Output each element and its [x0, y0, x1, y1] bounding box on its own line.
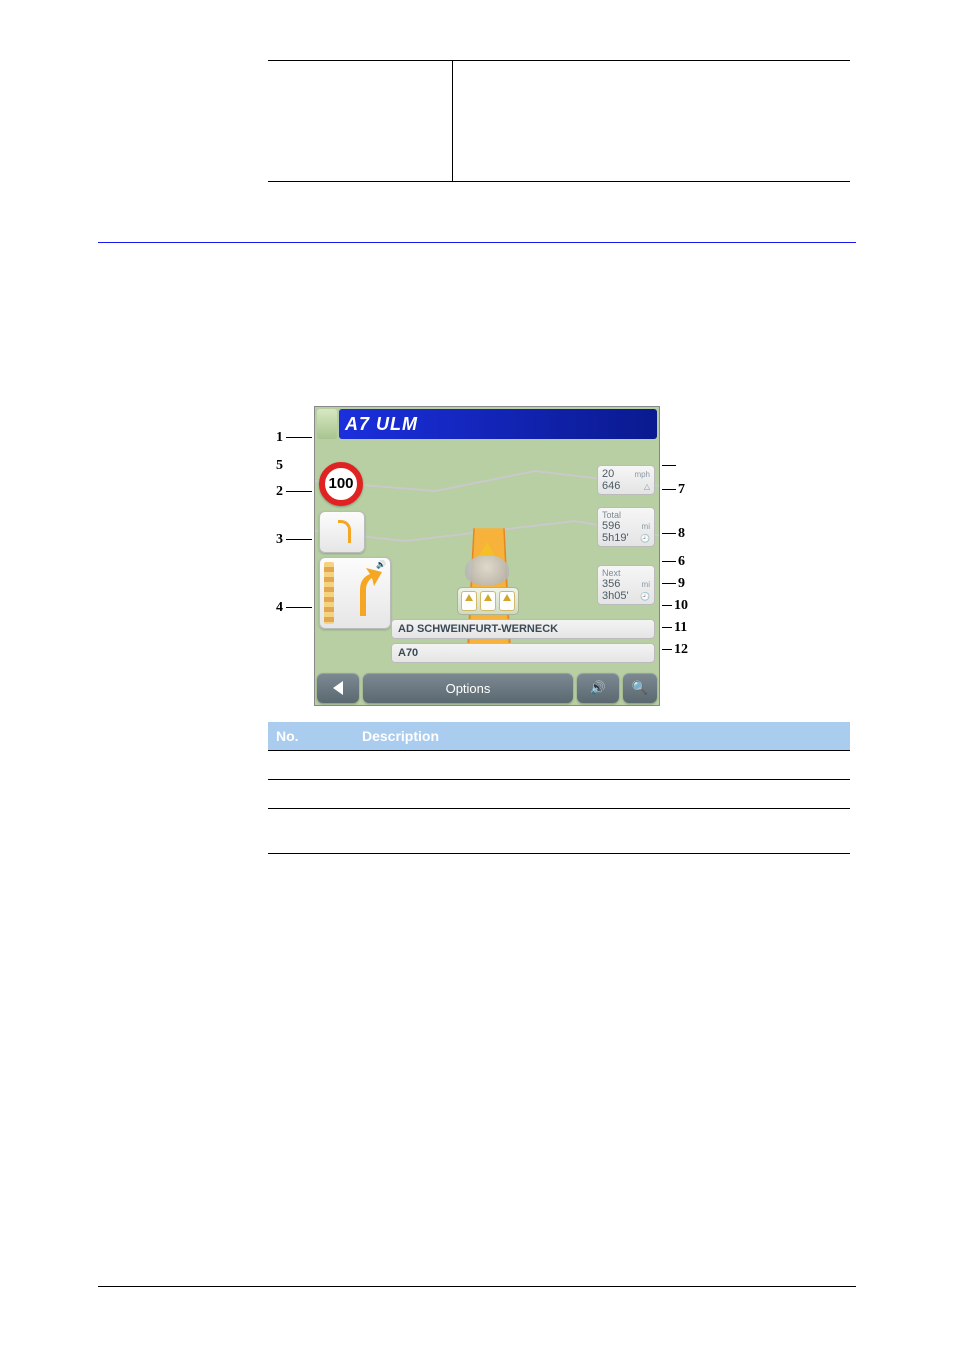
- gps-bars-icon[interactable]: [317, 409, 337, 439]
- screenshot-figure: 1 2 3 4 5 7 8 6 9 10 11 12 A7 ULM: [276, 406, 700, 706]
- options-button[interactable]: Options: [363, 673, 573, 703]
- total-label: Total: [602, 510, 650, 520]
- lane-arrow-icon: [480, 591, 496, 611]
- lane-arrow-icon: [499, 591, 515, 611]
- callout-3: 3: [276, 532, 283, 548]
- back-button[interactable]: [317, 673, 359, 703]
- legend-head-no: No.: [268, 722, 354, 751]
- footer-left: Working with the map: [98, 1293, 223, 1308]
- after-next-maneuver-button[interactable]: [319, 511, 365, 553]
- direction-title[interactable]: A7 ULM: [339, 409, 657, 439]
- footer-right: - 37 -: [826, 1293, 856, 1308]
- callout-10: 10: [674, 598, 688, 614]
- section-rule: [98, 242, 856, 243]
- callout-6: 6: [678, 554, 685, 570]
- table-row: 2 The current speed limit is shown here.: [268, 780, 850, 809]
- magnifier-icon: 🔍: [632, 680, 648, 696]
- cell-right: Opens the DESTINATION window. There you …: [462, 67, 842, 103]
- callout-4: 4: [276, 600, 283, 616]
- total-distance: 596: [602, 520, 620, 532]
- callout-11: 11: [674, 620, 687, 636]
- search-button[interactable]: 🔍: [623, 673, 657, 703]
- next-distance: 356: [602, 578, 620, 590]
- current-road-bar[interactable]: A70: [391, 643, 655, 663]
- body-paragraph-2: The map opens in Navigation mode.: [98, 349, 856, 369]
- vehicle-marker-icon: [465, 555, 509, 585]
- total-time: 5h19': [602, 532, 629, 544]
- next-info-box[interactable]: Next 356mi 3h05'🕘: [597, 565, 655, 605]
- section-heading: 5.2 Navigation in Vehicle mode: [98, 283, 856, 309]
- callout-7: 7: [678, 482, 685, 498]
- options-table: Destination Opens the DESTINATION window…: [268, 60, 850, 182]
- volume-button[interactable]: 🔊: [577, 673, 619, 703]
- callout-5: 5: [276, 458, 283, 474]
- page-footer: Working with the map - 37 -: [98, 1286, 856, 1308]
- lane-arrow-icon: [461, 591, 477, 611]
- bottom-bar: Options 🔊 🔍: [317, 673, 657, 703]
- distance-scale-icon: [324, 562, 334, 624]
- lane-assist-panel[interactable]: [457, 587, 519, 615]
- speed-value: 20: [602, 468, 614, 480]
- turn-arrow-icon: [344, 568, 382, 618]
- callout-1: 1: [276, 430, 283, 446]
- volume-icon: 🔊: [590, 680, 606, 696]
- table-row: 3 The maneuver after next is shown in th…: [268, 809, 850, 854]
- next-label: Next: [602, 568, 650, 578]
- next-time: 3h05': [602, 590, 629, 602]
- cell-left: Destination: [276, 67, 446, 83]
- altitude-icon: △: [644, 482, 650, 491]
- legend-table: No. Description 1 The current direction …: [268, 722, 850, 854]
- total-info-box[interactable]: Total 596mi 5h19'🕘: [597, 507, 655, 547]
- callout-8: 8: [678, 526, 685, 542]
- table-row: 1 The current direction of travel is sho…: [268, 751, 850, 780]
- altitude-value: 646: [602, 480, 620, 492]
- next-maneuver-button[interactable]: 🔊: [319, 557, 391, 629]
- callout-9: 9: [678, 576, 685, 592]
- callout-2: 2: [276, 484, 283, 500]
- next-street-bar[interactable]: AD SCHWEINFURT-WERNECK: [391, 619, 655, 639]
- sound-wave-icon: 🔊: [376, 560, 386, 569]
- speed-limit-sign[interactable]: 100: [319, 462, 363, 506]
- column-divider: [452, 61, 453, 181]
- clock-icon: 🕘: [640, 592, 650, 601]
- speed-altitude-box[interactable]: 20mph 646△: [597, 465, 655, 495]
- nav-screenshot: A7 ULM 100 🔊: [314, 406, 660, 706]
- clock-icon: 🕘: [640, 534, 650, 543]
- back-icon: [333, 681, 343, 695]
- callout-12: 12: [674, 642, 688, 658]
- body-paragraph-1: After the route was displayed in Preview…: [98, 319, 856, 339]
- legend-head-desc: Description: [354, 722, 850, 751]
